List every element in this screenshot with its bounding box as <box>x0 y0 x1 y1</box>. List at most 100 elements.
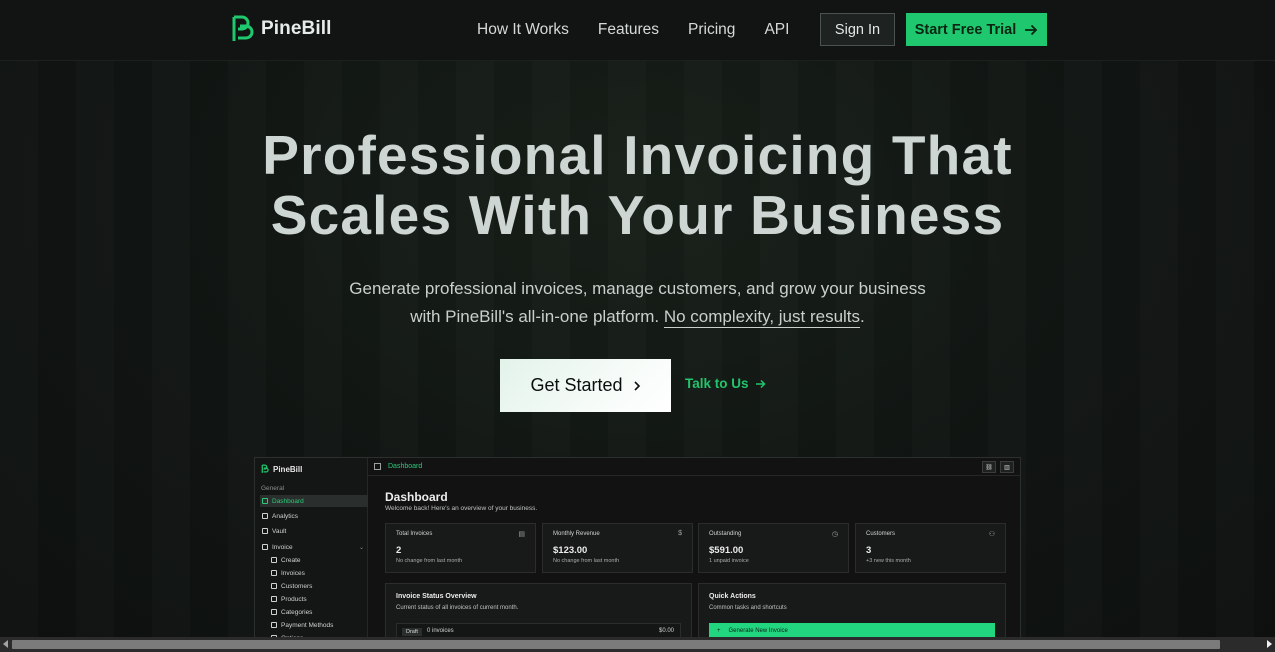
invoice-icon <box>262 544 268 550</box>
sidebar-subitem-create[interactable]: Create <box>269 554 365 566</box>
scroll-left-arrow-icon[interactable] <box>3 640 8 648</box>
list-icon <box>271 570 277 576</box>
dollar-icon: $ <box>678 530 682 537</box>
sidebar-item-label: Dashboard <box>272 497 304 505</box>
stat-card-note: No change from last month <box>553 558 620 564</box>
stat-card-note: 1 unpaid invoice <box>709 558 749 564</box>
stat-card-value: 2 <box>396 545 402 556</box>
book-icon[interactable]: ▥ <box>1000 461 1014 473</box>
nav-link-features[interactable]: Features <box>598 21 659 39</box>
sidebar-item-label: Invoice <box>272 543 293 551</box>
sidebar-subitem-products[interactable]: Products <box>269 593 365 605</box>
scrollbar-thumb[interactable] <box>12 640 1220 649</box>
stat-card-value: $591.00 <box>709 545 744 556</box>
stat-card-title: Total Invoices <box>396 531 433 537</box>
vault-icon <box>262 528 268 534</box>
stat-card-value: $123.00 <box>553 545 588 556</box>
hero-subtitle-highlight: No complexity, just results <box>663 307 861 328</box>
stat-card-title: Monthly Revenue <box>553 531 600 537</box>
sidebar-item-label: Analytics <box>272 512 299 520</box>
credit-card-icon <box>271 622 277 628</box>
nav-link-api[interactable]: API <box>764 21 789 39</box>
panel-title: Quick Actions <box>709 593 756 600</box>
sidebar-item-dashboard[interactable]: Dashboard <box>260 495 368 507</box>
tag-icon <box>271 609 277 615</box>
sidebar-subitem-customers[interactable]: Customers <box>269 580 365 592</box>
stat-card-note: No change from last month <box>396 558 463 564</box>
talk-to-us-label: Talk to Us <box>685 376 749 391</box>
sidebar-subitem-payment-methods[interactable]: Payment Methods <box>269 619 365 631</box>
horizontal-scrollbar[interactable] <box>0 637 1275 652</box>
chevron-right-icon <box>633 380 640 391</box>
pencil-icon <box>271 557 277 563</box>
stat-card-value: 3 <box>866 545 872 556</box>
document-icon: ▤ <box>518 531 525 538</box>
top-navbar: PineBill How It Works Features Pricing A… <box>0 0 1275 61</box>
status-count: 0 invoices <box>427 628 454 634</box>
hero-title-line2: Scales With Your Business <box>270 184 1005 246</box>
pinebill-logo-icon <box>261 464 269 473</box>
hero-subtitle-text: with PineBill's all-in-one platform. <box>410 307 660 326</box>
sidebar-item-label: Vault <box>272 527 287 535</box>
stat-card-total-invoices: Total Invoices ▤ 2 No change from last m… <box>385 523 536 573</box>
nav-link-pricing[interactable]: Pricing <box>688 21 735 39</box>
hero-title-line1: Professional Invoicing That <box>262 124 1013 186</box>
sidebar-subitem-label: Payment Methods <box>281 621 334 629</box>
nav-link-how-it-works[interactable]: How It Works <box>477 21 569 39</box>
sidebar-group-general: General <box>261 485 285 492</box>
quick-actions-panel: Quick Actions Common tasks and shortcuts… <box>698 583 1006 641</box>
stat-card-note: +3 new this month <box>866 558 911 564</box>
link-icon[interactable]: ⛓ <box>982 461 996 473</box>
sidebar-subitem-label: Create <box>281 556 301 564</box>
invoice-status-panel: Invoice Status Overview Current status o… <box>385 583 692 641</box>
status-amount: $0.00 <box>658 628 674 634</box>
panel-subtitle: Common tasks and shortcuts <box>709 605 787 611</box>
scroll-right-arrow-icon[interactable] <box>1267 640 1272 648</box>
stat-card-customers: Customers ⚇ 3 +3 new this month <box>855 523 1006 573</box>
sidebar-subitem-categories[interactable]: Categories <box>269 606 365 618</box>
generate-invoice-label: Generate New Invoice <box>728 628 788 634</box>
get-started-label: Get Started <box>530 375 623 395</box>
hero-subtitle-line2: with PineBill's all-in-one platform. No … <box>0 303 1275 331</box>
stat-card-title: Outstanding <box>709 531 742 537</box>
sidebar-item-analytics[interactable]: Analytics <box>260 510 368 522</box>
start-free-trial-button[interactable]: Start Free Trial <box>906 13 1047 46</box>
stat-card-outstanding: Outstanding ◷ $591.00 1 unpaid invoice <box>698 523 849 573</box>
stat-card-title: Customers <box>866 531 896 537</box>
sidebar-toggle-icon[interactable] <box>374 463 381 470</box>
sidebar-item-vault[interactable]: Vault <box>260 525 368 537</box>
get-started-button[interactable]: Get Started <box>500 359 671 412</box>
users-icon <box>271 583 277 589</box>
preview-topbar: Dashboard ⛓ ▥ <box>368 458 1020 476</box>
clock-icon: ◷ <box>831 531 838 538</box>
talk-to-us-link[interactable]: Talk to Us <box>685 376 766 391</box>
nav-links: How It Works Features Pricing API <box>477 21 789 39</box>
dashboard-preview: PineBill General Dashboard Analytics Vau… <box>254 457 1021 642</box>
arrow-right-icon <box>755 379 766 388</box>
sidebar-subitem-label: Invoices <box>281 569 305 577</box>
hero-subtitle-period: . <box>860 307 865 326</box>
stat-card-monthly-revenue: Monthly Revenue $ $123.00 No change from… <box>542 523 693 573</box>
panel-title: Invoice Status Overview <box>396 593 477 600</box>
hero-subtitle: Generate professional invoices, manage c… <box>0 275 1275 331</box>
brand-logo[interactable]: PineBill <box>230 14 331 44</box>
sign-in-button[interactable]: Sign In <box>820 13 895 46</box>
breadcrumb[interactable]: Dashboard <box>388 463 422 470</box>
sidebar-subitem-label: Categories <box>281 608 313 616</box>
sign-in-label: Sign In <box>834 21 881 38</box>
sidebar-item-invoice[interactable]: Invoice ⌄ <box>260 541 368 553</box>
start-free-trial-label: Start Free Trial <box>914 21 1017 38</box>
box-icon <box>271 596 277 602</box>
hero-title: Professional Invoicing That Scales With … <box>0 125 1275 245</box>
preview-sidebar: PineBill General Dashboard Analytics Vau… <box>255 458 368 641</box>
chart-icon <box>262 513 268 519</box>
panel-subtitle: Current status of all invoices of curren… <box>396 605 519 611</box>
preview-brand: PineBill <box>261 464 302 474</box>
sidebar-subitem-label: Products <box>281 595 307 603</box>
preview-brand-name: PineBill <box>273 464 303 474</box>
preview-page-title: Dashboard <box>385 490 448 504</box>
plus-icon: + <box>717 628 721 634</box>
sidebar-subitem-invoices[interactable]: Invoices <box>269 567 365 579</box>
preview-welcome: Welcome back! Here's an overview of your… <box>385 505 538 512</box>
chevron-down-icon: ⌄ <box>358 544 364 551</box>
